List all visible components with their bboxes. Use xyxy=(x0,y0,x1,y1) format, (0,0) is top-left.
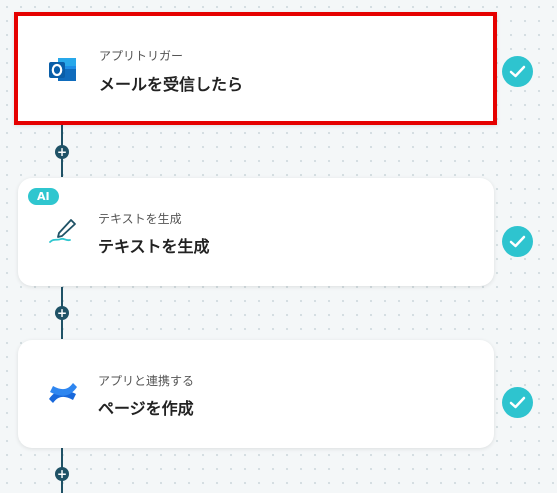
add-step-button[interactable]: + xyxy=(55,306,69,320)
confluence-icon xyxy=(46,376,80,410)
step-title: メールを受信したら xyxy=(99,75,244,94)
step-category: アプリと連携する xyxy=(98,374,195,388)
add-step-button[interactable]: + xyxy=(55,145,69,159)
step-card-generate-text[interactable]: テキストを生成 テキストを生成 xyxy=(18,178,494,286)
pen-icon xyxy=(46,214,80,248)
completed-check-icon xyxy=(502,387,533,418)
step-title: ページを作成 xyxy=(98,399,194,418)
step-category: テキストを生成 xyxy=(98,212,182,226)
outlook-icon xyxy=(46,53,80,87)
step-card-trigger[interactable]: アプリトリガー メールを受信したら xyxy=(14,12,497,125)
completed-check-icon xyxy=(502,56,533,87)
completed-check-icon xyxy=(502,226,533,257)
add-step-button[interactable]: + xyxy=(55,467,69,481)
step-category: アプリトリガー xyxy=(99,49,184,63)
step-title: テキストを生成 xyxy=(98,237,210,256)
step-card-create-page[interactable]: アプリと連携する ページを作成 xyxy=(18,340,494,448)
ai-badge: AI xyxy=(28,188,59,205)
